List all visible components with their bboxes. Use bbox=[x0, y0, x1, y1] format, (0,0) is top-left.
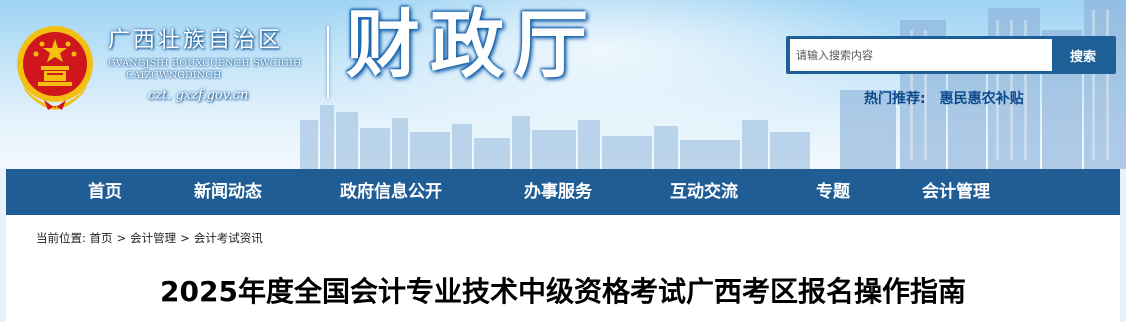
main-nav: 首页 新闻动态 政府信息公开 办事服务 互动交流 专题 会计管理 bbox=[6, 169, 1120, 215]
department-title: 财政厅 bbox=[346, 2, 598, 88]
nav-item-topics[interactable]: 专题 bbox=[816, 169, 850, 215]
nav-item-gov-info[interactable]: 政府信息公开 bbox=[340, 169, 442, 215]
region-name-zhuang-line2: CAIZCWNGDINGH bbox=[126, 70, 222, 81]
nav-item-services[interactable]: 办事服务 bbox=[524, 169, 592, 215]
search-box: 搜索 bbox=[786, 36, 1116, 74]
search-input[interactable] bbox=[790, 39, 1052, 71]
nav-item-accounting[interactable]: 会计管理 bbox=[922, 169, 990, 215]
national-emblem-icon bbox=[17, 26, 93, 110]
article-title: 2025年度全国会计专业技术中级资格考试广西考区报名操作指南 bbox=[160, 275, 966, 308]
breadcrumb-accounting[interactable]: 会计管理 bbox=[130, 231, 176, 245]
breadcrumb-home[interactable]: 首页 bbox=[90, 231, 113, 245]
breadcrumb-exam-news[interactable]: 会计考试资讯 bbox=[194, 231, 263, 245]
search-button[interactable]: 搜索 bbox=[1054, 39, 1112, 71]
hot-link-subsidy[interactable]: 惠民惠农补贴 bbox=[940, 91, 1024, 107]
breadcrumb-separator: > bbox=[180, 231, 190, 245]
header-divider bbox=[327, 26, 329, 98]
region-name-chinese: 广西壮族自治区 bbox=[108, 28, 284, 53]
nav-item-news[interactable]: 新闻动态 bbox=[194, 169, 262, 215]
nav-item-interaction[interactable]: 互动交流 bbox=[670, 169, 738, 215]
nav-item-home[interactable]: 首页 bbox=[88, 169, 122, 215]
hot-label: 热门推荐: bbox=[864, 91, 926, 107]
breadcrumb-separator: > bbox=[116, 231, 127, 245]
breadcrumb-label: 当前位置: bbox=[36, 231, 86, 245]
hot-recommendation: 热门推荐: 惠民惠农补贴 bbox=[864, 88, 1024, 108]
site-domain: czt. gxzf.gov.cn bbox=[148, 88, 249, 103]
breadcrumb: 当前位置: 首页 > 会计管理 > 会计考试资讯 bbox=[36, 230, 263, 246]
region-name-zhuang-line1: GVANGJSIH BOUXCUENGH SWCIGIH bbox=[108, 58, 302, 69]
